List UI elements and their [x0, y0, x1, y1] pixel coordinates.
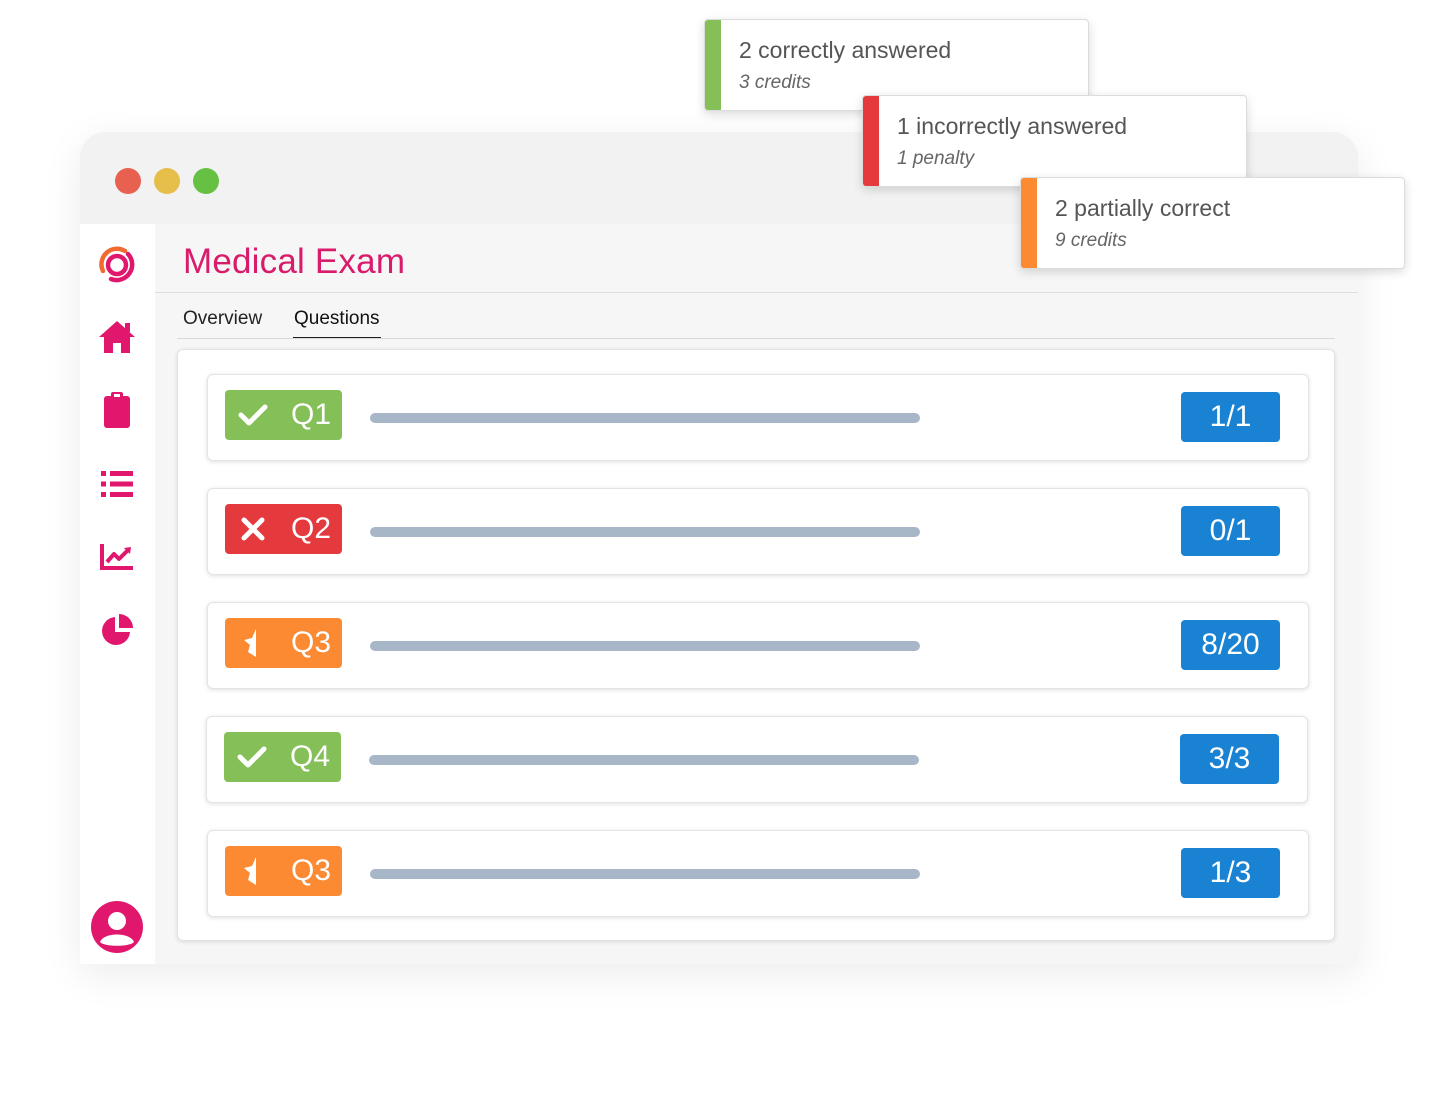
logo-icon[interactable] — [97, 244, 137, 284]
question-label: Q3 — [291, 854, 332, 887]
toast-accent-bar — [863, 96, 879, 186]
question-row[interactable]: Q1 1/1 — [207, 374, 1309, 461]
toast-subtitle: 1 penalty — [897, 148, 975, 169]
question-label: Q3 — [291, 626, 332, 659]
question-score: 0/1 — [1181, 506, 1280, 556]
questions-panel: Q1 1/1 Q2 0/1 Q3 8/20 Q4 3/3 Q3 1/3 — [177, 349, 1335, 941]
question-label: Q1 — [291, 398, 332, 431]
question-row[interactable]: Q4 3/3 — [206, 716, 1308, 803]
question-text-placeholder — [369, 755, 919, 765]
question-status-badge: Q4 — [224, 732, 341, 782]
question-score: 8/20 — [1181, 620, 1280, 670]
question-row[interactable]: Q3 1/3 — [207, 830, 1309, 917]
tab-divider — [177, 338, 1335, 339]
main-content: Medical Exam Overview Questions Q1 1/1 Q… — [155, 224, 1358, 964]
question-row[interactable]: Q3 8/20 — [207, 602, 1309, 689]
toast-title: 2 partially correct — [1055, 195, 1231, 221]
toast-accent-bar — [1021, 178, 1037, 268]
close-window-button[interactable] — [115, 168, 141, 194]
question-status-badge: Q2 — [225, 504, 342, 554]
question-status-badge: Q3 — [225, 618, 342, 668]
cross-icon — [238, 515, 268, 543]
question-status-badge: Q1 — [225, 390, 342, 440]
half-star-icon — [238, 629, 268, 657]
question-text-placeholder — [370, 869, 920, 879]
toast-title: 1 incorrectly answered — [897, 113, 1128, 139]
question-label: Q2 — [291, 512, 332, 545]
check-icon — [238, 401, 268, 429]
half-star-icon — [238, 857, 268, 885]
toast-incorrect[interactable]: 1 incorrectly answered 1 penalty — [862, 95, 1247, 187]
question-row[interactable]: Q2 0/1 — [207, 488, 1309, 575]
question-text-placeholder — [370, 413, 920, 423]
question-status-badge: Q3 — [225, 846, 342, 896]
toast-subtitle: 3 credits — [739, 72, 811, 93]
user-avatar-icon[interactable] — [90, 900, 144, 954]
question-text-placeholder — [370, 641, 920, 651]
maximize-window-button[interactable] — [193, 168, 219, 194]
tab-overview[interactable]: Overview — [183, 308, 262, 330]
title-divider — [155, 292, 1358, 293]
clipboard-icon[interactable] — [97, 390, 137, 430]
toast-subtitle: 9 credits — [1055, 230, 1127, 251]
toast-partial[interactable]: 2 partially correct 9 credits — [1020, 177, 1405, 269]
sidebar — [80, 224, 155, 964]
home-icon[interactable] — [97, 317, 137, 357]
check-icon — [237, 743, 267, 771]
chart-line-icon[interactable] — [97, 537, 137, 577]
page-title: Medical Exam — [183, 242, 406, 281]
question-label: Q4 — [290, 740, 331, 773]
question-text-placeholder — [370, 527, 920, 537]
question-score: 1/3 — [1181, 848, 1280, 898]
question-score: 1/1 — [1181, 392, 1280, 442]
minimize-window-button[interactable] — [154, 168, 180, 194]
question-score: 3/3 — [1180, 734, 1279, 784]
toast-title: 2 correctly answered — [739, 37, 952, 63]
list-icon[interactable] — [97, 464, 137, 504]
pie-chart-icon[interactable] — [97, 610, 137, 650]
tab-questions[interactable]: Questions — [293, 308, 381, 339]
toast-accent-bar — [705, 20, 721, 110]
